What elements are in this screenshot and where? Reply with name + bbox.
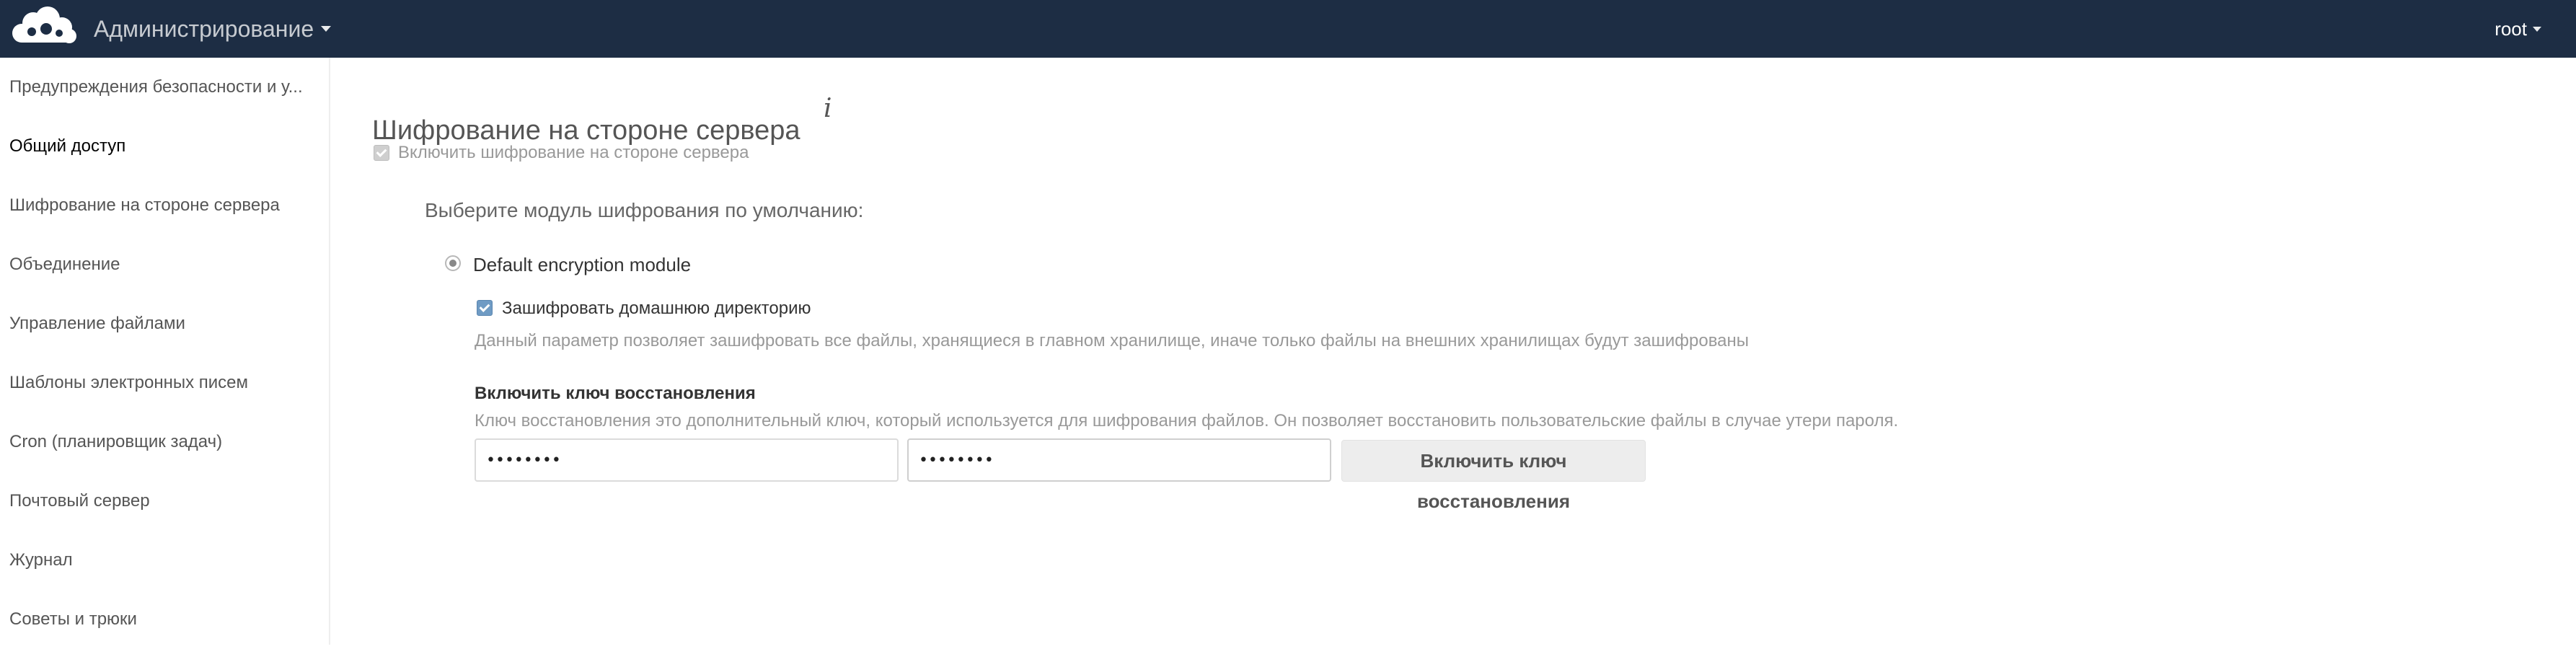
top-header: Администрирование root xyxy=(0,0,2576,58)
sidebar-item-cron[interactable]: Cron (планировщик задач) xyxy=(0,412,329,472)
recovery-password-field[interactable] xyxy=(475,438,899,482)
radio-dot xyxy=(449,260,456,267)
sidebar-item-label: Шифрование на стороне сервера xyxy=(9,195,280,215)
encrypt-home-storage-label[interactable]: Зашифровать домашнюю директорию xyxy=(502,299,811,319)
recovery-key-heading: Включить ключ восстановления xyxy=(475,384,756,403)
sidebar-item-mail-server[interactable]: Почтовый сервер xyxy=(0,472,329,531)
sidebar-item-federation[interactable]: Объединение xyxy=(0,235,329,294)
sidebar-item-sharing[interactable]: Общий доступ xyxy=(0,117,329,176)
admin-sidebar: Предупреждения безопасности и у... Общий… xyxy=(0,58,330,645)
sidebar-item-label: Управление файлами xyxy=(9,314,185,333)
enable-encryption-checkbox[interactable] xyxy=(374,145,389,161)
module-select-prompt: Выберите модуль шифрования по умолчанию: xyxy=(425,199,864,221)
checkmark-icon xyxy=(376,146,387,157)
sidebar-item-tips-and-tricks[interactable]: Советы и трюки xyxy=(0,590,329,649)
sidebar-item-label: Журнал xyxy=(9,550,73,570)
owncloud-logo-icon[interactable] xyxy=(7,6,79,49)
encrypt-home-storage-checkbox[interactable] xyxy=(477,300,493,316)
encrypt-home-storage-hint: Данный параметр позволяет зашифровать вс… xyxy=(475,331,1750,350)
sidebar-item-email-templates[interactable]: Шаблоны электронных писем xyxy=(0,353,329,412)
sidebar-item-label: Объединение xyxy=(9,255,120,274)
sidebar-item-label: Советы и трюки xyxy=(9,609,137,629)
sidebar-item-label: Cron (планировщик задач) xyxy=(9,432,223,451)
sidebar-item-label: Шаблоны электронных писем xyxy=(9,373,249,392)
default-module-label[interactable]: Default encryption module xyxy=(473,254,691,276)
encryption-settings-section: Шифрование на стороне сервера i Включить… xyxy=(332,58,2576,645)
user-menu-toggle[interactable]: root xyxy=(2495,0,2541,58)
user-name: root xyxy=(2495,17,2527,40)
sidebar-item-label: Общий доступ xyxy=(9,136,126,156)
recovery-password-confirm-field[interactable] xyxy=(907,438,1331,482)
enable-recovery-key-button[interactable]: Включить ключ восстановления xyxy=(1341,440,1646,512)
sidebar-item-file-handling[interactable]: Управление файлами xyxy=(0,294,329,353)
info-icon[interactable]: i xyxy=(824,94,832,123)
section-title: Шифрование на стороне сервера xyxy=(372,115,800,146)
recovery-key-description: Ключ восстановления это дополнительный к… xyxy=(475,411,1899,431)
sidebar-item-label: Почтовый сервер xyxy=(9,491,150,511)
checkmark-icon xyxy=(479,301,490,312)
sidebar-item-server-side-encryption[interactable]: Шифрование на стороне сервера xyxy=(0,176,329,235)
app-title: Администрирование xyxy=(94,15,314,42)
enable-encryption-label: Включить шифрование на стороне сервера xyxy=(398,143,749,162)
chevron-down-icon xyxy=(2533,26,2541,32)
chevron-down-icon xyxy=(321,26,332,32)
sidebar-item-log[interactable]: Журнал xyxy=(0,531,329,590)
sidebar-item-security-warnings[interactable]: Предупреждения безопасности и у... xyxy=(0,58,329,117)
default-module-radio[interactable] xyxy=(445,255,461,271)
sidebar-item-label: Предупреждения безопасности и у... xyxy=(9,77,303,97)
app-menu-toggle[interactable]: Администрирование xyxy=(94,0,332,58)
